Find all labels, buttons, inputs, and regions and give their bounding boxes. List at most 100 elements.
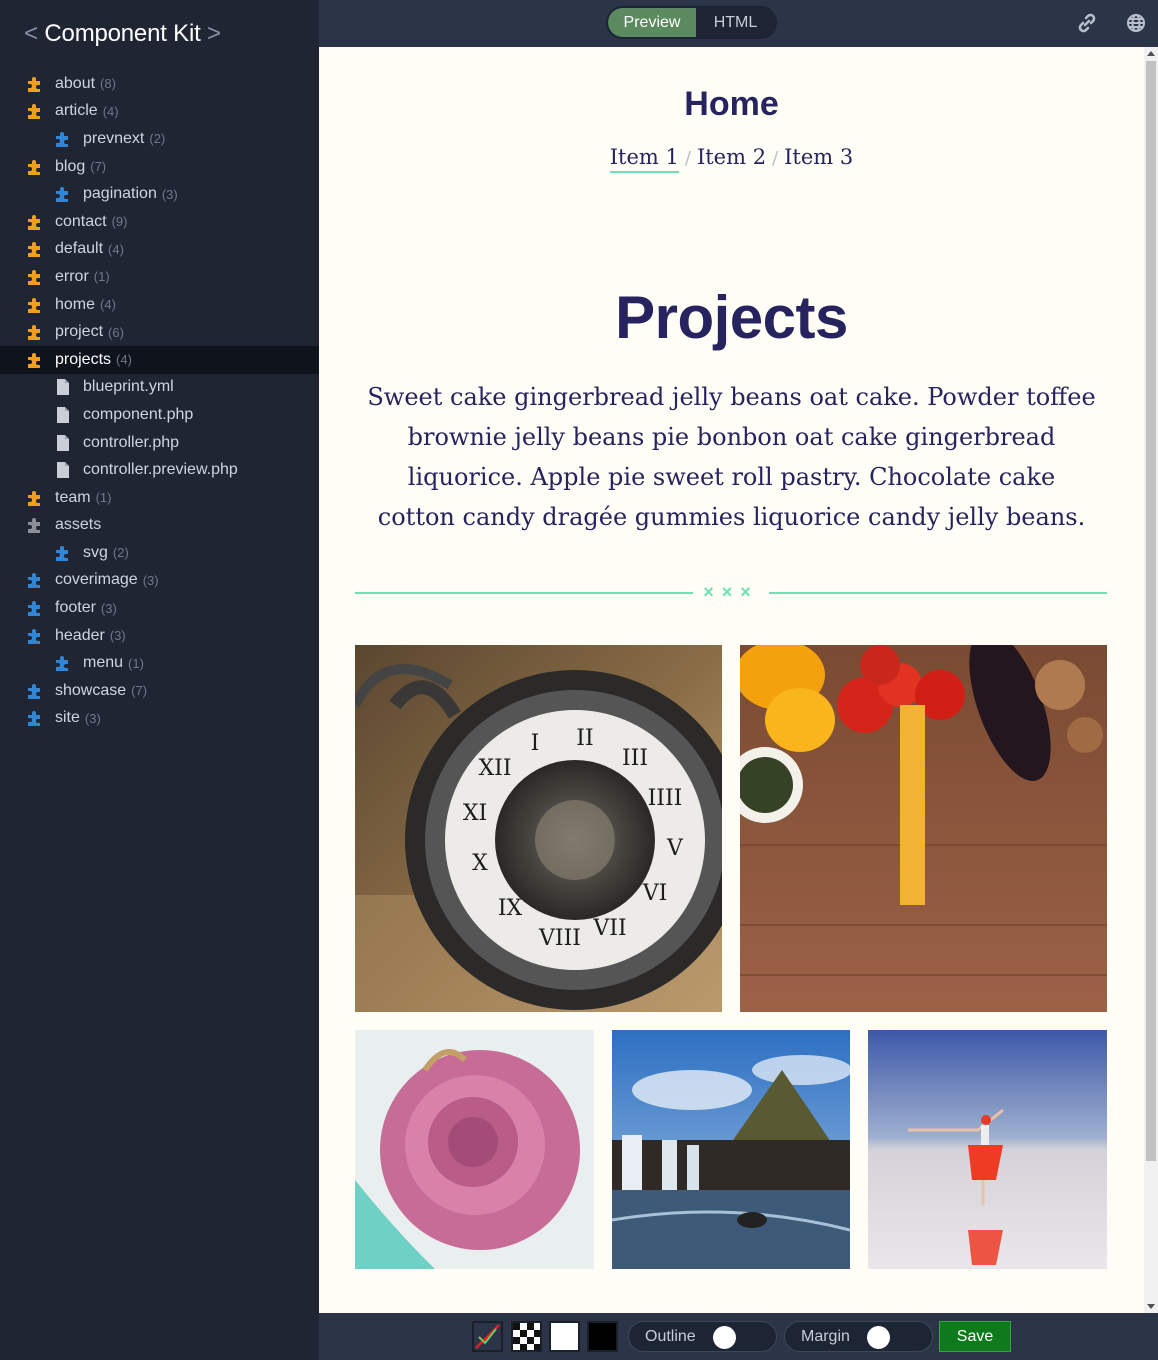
sidebar-item-label: default	[55, 240, 104, 258]
app-title[interactable]: < Component Kit >	[0, 20, 245, 48]
sidebar-item-menu[interactable]: menu (1)	[0, 649, 319, 677]
sidebar-item-label: project	[55, 323, 104, 341]
prev-chevron[interactable]: <	[24, 20, 38, 47]
sidebar-item-blueprint-yml[interactable]: blueprint.yml	[0, 374, 319, 402]
preview-tab[interactable]: Preview	[608, 8, 696, 37]
sidebar-item-showcase[interactable]: showcase (7)	[0, 677, 319, 705]
svg-text:IX: IX	[498, 896, 523, 921]
sidebar-item-count: (1)	[93, 269, 110, 285]
sidebar-item-default[interactable]: default (4)	[0, 236, 319, 264]
sidebar-item-contact[interactable]: contact (9)	[0, 208, 319, 236]
sidebar-item-component-php[interactable]: component.php	[0, 401, 319, 429]
puzzle-icon	[26, 599, 44, 617]
puzzle-icon	[26, 213, 44, 231]
html-tab[interactable]: HTML	[696, 8, 775, 37]
sidebar-item-label: prevnext	[83, 129, 145, 147]
sidebar-item-label: footer	[55, 599, 96, 617]
puzzle-icon	[26, 709, 44, 727]
pocket-watch-image[interactable]: I II III IIII V VI VII VIII IX X XI XII	[355, 645, 722, 1012]
next-chevron[interactable]: >	[207, 20, 221, 47]
sidebar-item-label: home	[55, 295, 96, 313]
puzzle-icon	[26, 489, 44, 507]
transparent-background-swatch[interactable]	[472, 1321, 503, 1352]
sidebar-item-about[interactable]: about (8)	[0, 70, 319, 98]
margin-toggle-knob[interactable]	[867, 1326, 890, 1349]
sidebar-item-label: team	[55, 488, 91, 506]
breadcrumb-separator: /	[684, 148, 691, 169]
sidebar-item-pagination[interactable]: pagination (3)	[0, 180, 319, 208]
sidebar-item-header[interactable]: header (3)	[0, 622, 319, 650]
breadcrumb-item-3[interactable]: Item 3	[784, 145, 853, 171]
top-toolbar: Preview HTML	[319, 0, 1158, 47]
checkerboard-background-swatch[interactable]	[511, 1321, 542, 1352]
svg-text:III: III	[622, 746, 648, 771]
sidebar-item-coverimage[interactable]: coverimage (3)	[0, 567, 319, 595]
sidebar-item-team[interactable]: team (1)	[0, 484, 319, 512]
sidebar-item-blog[interactable]: blog (7)	[0, 153, 319, 181]
white-background-swatch[interactable]	[549, 1321, 580, 1352]
sidebar-item-home[interactable]: home (4)	[0, 291, 319, 319]
scroll-thumb[interactable]	[1146, 61, 1156, 1161]
puzzle-icon	[26, 240, 44, 258]
sidebar-item-count: (9)	[111, 214, 128, 230]
outline-toggle-knob[interactable]	[713, 1326, 736, 1349]
sidebar-item-label: menu	[83, 654, 124, 672]
black-background-swatch[interactable]	[587, 1321, 618, 1352]
sidebar-item-svg[interactable]: svg (2)	[0, 539, 319, 567]
svg-text:II: II	[576, 726, 593, 751]
puzzle-icon	[54, 654, 72, 672]
scroll-down-arrow[interactable]	[1147, 1304, 1155, 1309]
sidebar-item-prevnext[interactable]: prevnext (2)	[0, 125, 319, 153]
outline-toggle[interactable]: Outline	[628, 1321, 777, 1352]
sidebar-item-projects[interactable]: projects (4)	[0, 345, 319, 374]
sidebar-item-label: site	[55, 709, 80, 727]
sidebar-item-controller-preview-php[interactable]: controller.preview.php	[0, 456, 319, 484]
puzzle-icon	[26, 75, 44, 93]
scroll-up-arrow[interactable]	[1147, 51, 1155, 56]
breadcrumb-item-1[interactable]: Item 1	[609, 145, 679, 173]
save-button[interactable]: Save	[939, 1321, 1011, 1352]
sidebar-item-footer[interactable]: footer (3)	[0, 594, 319, 622]
svg-text:XI: XI	[463, 801, 487, 826]
preview-scrollbar[interactable]	[1144, 47, 1158, 1313]
sidebar-item-site[interactable]: site (3)	[0, 705, 319, 733]
sidebar-item-count: (3)	[109, 628, 126, 644]
sidebar-item-label: coverimage	[55, 571, 138, 589]
margin-toggle[interactable]: Margin	[784, 1321, 933, 1352]
puzzle-icon	[26, 627, 44, 645]
component-tree: about (8) article (4) prevnext (2) blog (7) pagi…	[0, 70, 319, 732]
sidebar-item-label: error	[55, 267, 89, 285]
puzzle-icon	[54, 185, 72, 203]
app-title-text: Component Kit	[44, 20, 201, 47]
file-icon	[54, 406, 72, 424]
sidebar-item-count: (6)	[108, 324, 124, 340]
puzzle-icon	[26, 516, 44, 534]
sidebar-item-label: assets	[55, 516, 102, 534]
breadcrumb-item-2[interactable]: Item 2	[697, 145, 766, 171]
sidebar-item-project[interactable]: project (6)	[0, 318, 319, 346]
dancer-image[interactable]	[868, 1030, 1107, 1269]
sidebar-item-controller-php[interactable]: controller.php	[0, 429, 319, 457]
sidebar-item-assets[interactable]: assets	[0, 512, 319, 540]
globe-icon[interactable]	[1125, 12, 1147, 34]
margin-label: Margin	[801, 1328, 850, 1345]
pink-rose-image[interactable]	[355, 1030, 594, 1269]
sidebar-item-label: contact	[55, 212, 107, 230]
sidebar-item-article[interactable]: article (4)	[0, 98, 319, 126]
waterfall-image[interactable]	[612, 1030, 850, 1269]
puzzle-icon	[26, 158, 44, 176]
view-mode-switch[interactable]: Preview HTML	[606, 6, 777, 39]
sidebar-item-count: (1)	[95, 490, 112, 506]
sidebar-item-count: (2)	[149, 131, 166, 147]
svg-text:X: X	[472, 851, 488, 876]
sidebar: < Component Kit > about (8) article (4) prev…	[0, 0, 319, 1360]
sidebar-item-error[interactable]: error (1)	[0, 263, 319, 291]
svg-text:XII: XII	[478, 756, 511, 781]
sidebar-item-count: (4)	[102, 103, 119, 119]
vegetables-image[interactable]	[740, 645, 1107, 1012]
svg-text:VII: VII	[592, 916, 626, 941]
link-icon[interactable]	[1076, 12, 1098, 34]
sidebar-item-count: (7)	[131, 683, 148, 699]
sidebar-item-count: (7)	[90, 159, 107, 175]
file-icon	[54, 461, 72, 479]
